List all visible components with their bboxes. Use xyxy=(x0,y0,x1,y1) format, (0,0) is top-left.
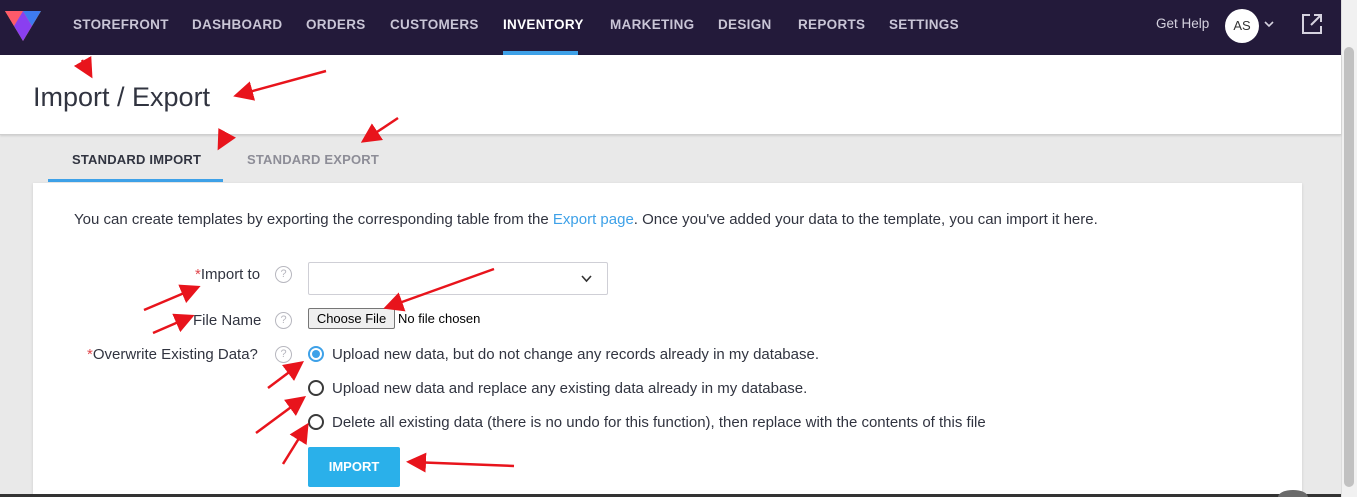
floating-widget[interactable] xyxy=(1278,490,1308,497)
import-to-label: *Import to xyxy=(195,266,260,283)
nav-inventory[interactable]: INVENTORY xyxy=(503,0,584,55)
tab-standard-import[interactable]: STANDARD IMPORT xyxy=(72,152,201,167)
nav-orders[interactable]: ORDERS xyxy=(306,0,366,55)
nav-settings[interactable]: SETTINGS xyxy=(889,0,959,55)
radio-label-upload-new-replace[interactable]: Upload new data and replace any existing… xyxy=(332,380,807,397)
overwrite-label-text: Overwrite Existing Data? xyxy=(92,346,258,363)
radio-label-upload-new-keep[interactable]: Upload new data, but do not change any r… xyxy=(332,346,819,363)
top-navigation-bar: STOREFRONT DASHBOARD ORDERS CUSTOMERS IN… xyxy=(0,0,1341,55)
intro-text-start: You can create templates by exporting th… xyxy=(74,211,553,228)
chevron-down-icon[interactable] xyxy=(580,272,593,285)
import-button[interactable]: IMPORT xyxy=(308,447,400,487)
intro-text-end: . Once you've added your data to the tem… xyxy=(633,211,1098,228)
active-tab-indicator xyxy=(48,179,223,182)
import-to-select[interactable] xyxy=(308,262,608,295)
nav-design[interactable]: DESIGN xyxy=(718,0,772,55)
help-icon[interactable]: ? xyxy=(275,312,292,329)
overwrite-label: *Overwrite Existing Data? xyxy=(87,346,258,363)
chevron-down-icon[interactable] xyxy=(1263,18,1275,30)
import-form-card xyxy=(33,183,1302,497)
annotation-arrow xyxy=(217,128,236,151)
import-to-label-text: Import to xyxy=(200,266,261,283)
nav-storefront[interactable]: STOREFRONT xyxy=(73,0,169,55)
radio-delete-all-replace[interactable] xyxy=(308,414,324,430)
intro-text: You can create templates by exporting th… xyxy=(74,211,1098,228)
help-icon[interactable]: ? xyxy=(275,346,292,363)
radio-upload-new-keep[interactable] xyxy=(308,346,324,362)
file-status-text: No file chosen xyxy=(398,311,481,326)
page-title: Import / Export xyxy=(33,82,211,112)
export-page-link[interactable]: Export page xyxy=(553,211,634,228)
file-name-label: File Name xyxy=(193,312,262,329)
page-header: Import / Export xyxy=(0,55,1341,135)
external-link-icon[interactable] xyxy=(1301,13,1323,35)
radio-label-delete-all-replace[interactable]: Delete all existing data (there is no un… xyxy=(332,414,986,431)
radio-upload-new-replace[interactable] xyxy=(308,380,324,396)
help-icon[interactable]: ? xyxy=(275,266,292,283)
nav-marketing[interactable]: MARKETING xyxy=(610,0,694,55)
scrollbar-thumb[interactable] xyxy=(1344,47,1354,487)
get-help-link[interactable]: Get Help xyxy=(1156,16,1209,31)
choose-file-button[interactable]: Choose File xyxy=(308,308,395,329)
avatar[interactable]: AS xyxy=(1225,9,1259,43)
nav-reports[interactable]: REPORTS xyxy=(798,0,865,55)
nav-dashboard[interactable]: DASHBOARD xyxy=(192,0,282,55)
tab-standard-export[interactable]: STANDARD EXPORT xyxy=(247,152,379,167)
nav-customers[interactable]: CUSTOMERS xyxy=(390,0,479,55)
logo-icon[interactable] xyxy=(5,7,41,45)
